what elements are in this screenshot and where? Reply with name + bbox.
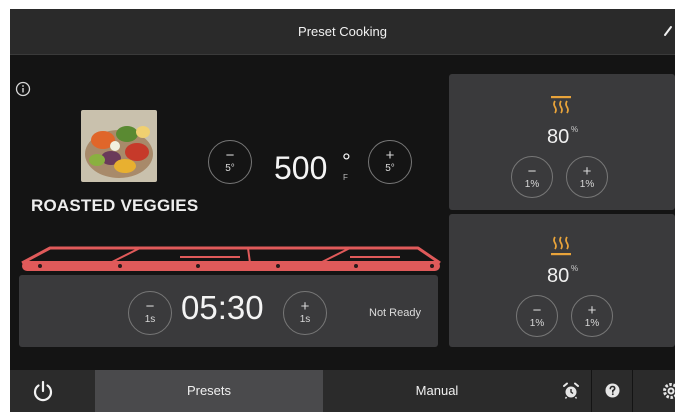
temperature-increase-step: 5°	[385, 163, 395, 174]
top-heat-decrease-step: 1%	[524, 179, 540, 190]
alarm-button[interactable]	[551, 370, 591, 412]
top-heat-decrease-button[interactable]: − 1%	[511, 156, 553, 198]
plus-icon: +	[587, 302, 597, 319]
temperature-decrease-button[interactable]: − 5°	[208, 140, 252, 184]
bottom-heat-decrease-button[interactable]: − 1%	[516, 295, 558, 337]
top-heat-panel: 80 % − 1% + 1%	[449, 74, 675, 210]
top-heat-unit: %	[571, 125, 579, 134]
bottom-heat-increase-step: 1%	[584, 318, 600, 329]
header-bar: Preset Cooking	[10, 9, 675, 55]
plus-icon: +	[582, 163, 592, 180]
collapse-icon[interactable]	[663, 23, 675, 39]
plus-icon: +	[385, 147, 395, 164]
top-heat-increase-step: 1%	[579, 179, 595, 190]
timer-decrease-step: 1s	[144, 314, 156, 325]
power-button[interactable]	[10, 370, 95, 412]
timer-alarm-icon	[563, 382, 579, 399]
tab-manual[interactable]: Manual	[323, 370, 551, 412]
tab-presets[interactable]: Presets	[95, 370, 323, 412]
minus-icon: −	[527, 163, 537, 180]
bottom-heat-decrease-step: 1%	[529, 318, 545, 329]
settings-icon	[663, 383, 675, 399]
top-heat-value: 80	[547, 126, 570, 148]
info-icon[interactable]	[15, 81, 31, 97]
help-button[interactable]	[592, 370, 632, 412]
page-title: Preset Cooking	[298, 24, 387, 39]
minus-icon: −	[532, 302, 542, 319]
timer-increase-button[interactable]: + 1s	[283, 291, 327, 335]
plus-icon: +	[300, 298, 310, 315]
minus-icon: −	[225, 147, 235, 164]
tab-presets-label: Presets	[186, 383, 232, 398]
recipe-image	[81, 110, 157, 182]
bottom-heat-increase-button[interactable]: + 1%	[571, 295, 613, 337]
status-text: Not Ready	[369, 307, 421, 319]
temperature-increase-button[interactable]: + 5°	[368, 140, 412, 184]
settings-button[interactable]	[633, 370, 675, 412]
bottom-heat-value: 80	[547, 265, 570, 287]
temperature-degree-symbol: °	[342, 149, 351, 174]
bottom-navigation: Presets Manual	[10, 370, 675, 412]
help-icon	[605, 383, 620, 398]
bottom-heater-icon	[551, 236, 571, 256]
temperature-unit: F	[343, 173, 348, 182]
recipe-name: ROASTED VEGGIES	[31, 196, 199, 215]
temperature-decrease-step: 5°	[225, 163, 235, 174]
top-heater-icon	[551, 96, 571, 114]
timer-value: 05:30	[181, 289, 264, 326]
bottom-heat-unit: %	[571, 264, 579, 273]
bottom-heat-panel: 80 % − 1% + 1%	[449, 214, 675, 347]
top-heat-increase-button[interactable]: + 1%	[566, 156, 608, 198]
oven-control-screen: Preset Cooking ROASTED VEGGIES − 5° 500 …	[10, 9, 675, 412]
temperature-value: 500	[274, 150, 328, 186]
tab-manual-label: Manual	[415, 383, 459, 398]
power-icon	[33, 380, 53, 402]
timer-decrease-button[interactable]: − 1s	[128, 291, 172, 335]
minus-icon: −	[145, 298, 155, 315]
oven-rack-graphic	[21, 246, 441, 271]
timer-increase-step: 1s	[299, 314, 311, 325]
